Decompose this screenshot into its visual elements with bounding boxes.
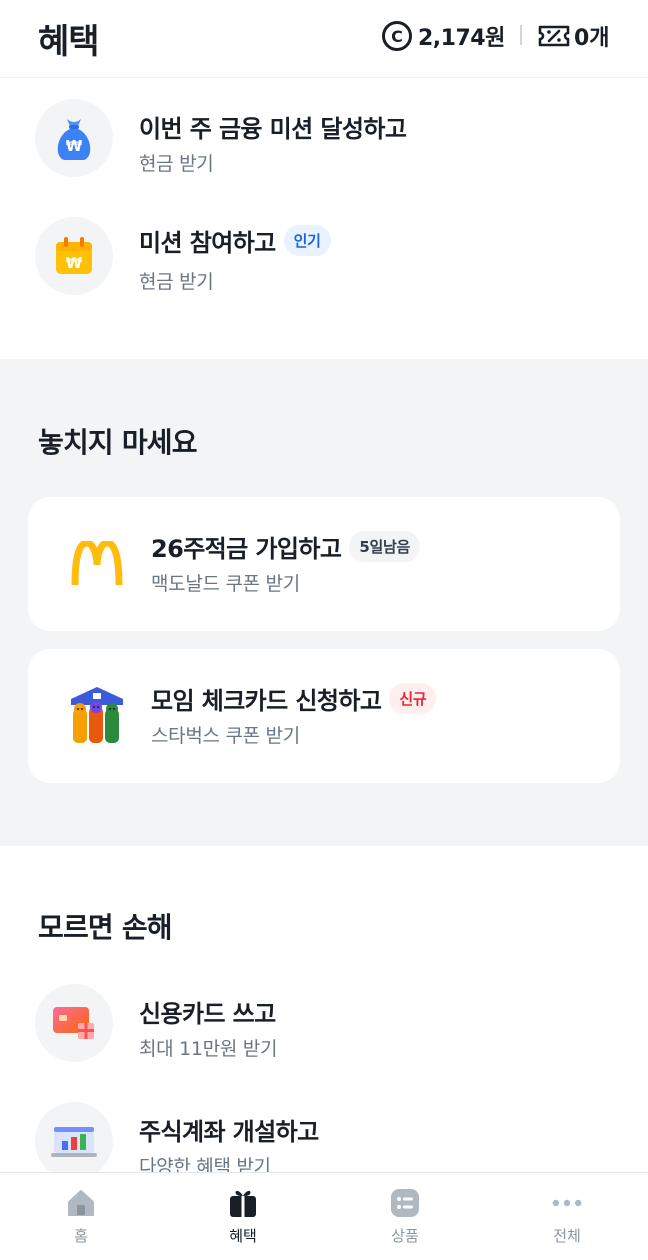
card-title: 모임 체크카드 신청하고 신규 xyxy=(151,681,437,716)
top-header: 혜택 C 2,174원 0개 xyxy=(0,0,648,78)
mission-title: 이번 주 금융 미션 달성하고 xyxy=(139,115,407,143)
nav-home[interactable]: 홈 xyxy=(0,1173,162,1260)
mission-row-weekly[interactable]: ₩ 이번 주 금융 미션 달성하고 현금 받기 xyxy=(0,91,648,191)
dont-lose-section: 모르면 손해 신용카드 쓰고 최대 11만원 받기 주식계좌 개설하고 다양한 … xyxy=(0,846,648,1172)
gift-icon xyxy=(227,1187,259,1219)
more-dots-icon xyxy=(551,1187,583,1219)
svg-text:₩: ₩ xyxy=(66,254,83,272)
points-button[interactable]: C 2,174원 xyxy=(382,20,505,52)
card-subtitle: 맥도날드 쿠폰 받기 xyxy=(151,573,300,595)
benefit-title: 신용카드 쓰고 xyxy=(139,1000,276,1028)
mission-subtitle: 현금 받기 xyxy=(139,153,214,175)
benefit-title: 주식계좌 개설하고 xyxy=(139,1118,319,1146)
new-badge: 신규 xyxy=(389,683,437,714)
nav-benefits[interactable]: 혜택 xyxy=(162,1173,324,1260)
mission-subtitle: 현금 받기 xyxy=(139,271,214,293)
page-title: 혜택 xyxy=(38,22,100,62)
header-divider xyxy=(520,25,522,45)
nav-label: 혜택 xyxy=(229,1227,257,1245)
days-left-badge: 5일남음 xyxy=(349,531,420,562)
mission-section: ₩ 이번 주 금융 미션 달성하고 현금 받기 ₩ 미션 참여하고 인기 현금 … xyxy=(0,79,648,359)
section-title: 모르면 손해 xyxy=(38,911,173,944)
credit-card-gift-icon xyxy=(35,984,113,1062)
mission-title-text: 미션 참여하고 xyxy=(139,229,276,257)
nav-label: 상품 xyxy=(391,1227,419,1245)
points-amount: 2,174원 xyxy=(418,26,505,51)
calendar-won-icon: ₩ xyxy=(35,217,113,295)
card-subtitle: 스타벅스 쿠폰 받기 xyxy=(151,725,300,747)
stock-chart-icon xyxy=(35,1102,113,1172)
section-title: 놓치지 마세요 xyxy=(38,426,198,459)
money-bag-icon: ₩ xyxy=(35,99,113,177)
mission-title: 미션 참여하고 인기 xyxy=(139,223,331,258)
home-icon xyxy=(65,1187,97,1219)
nav-products[interactable]: 상품 xyxy=(324,1173,486,1260)
benefit-subtitle: 다양한 혜택 받기 xyxy=(139,1156,271,1172)
list-icon xyxy=(389,1187,421,1219)
card-savings[interactable]: 26주적금 가입하고 5일남음 맥도날드 쿠폰 받기 xyxy=(28,497,620,631)
card-title-text: 26주적금 가입하고 xyxy=(151,535,342,563)
svg-text:₩: ₩ xyxy=(66,137,83,155)
coupons-count: 0개 xyxy=(574,26,610,51)
mcdonalds-logo xyxy=(58,525,136,603)
popular-badge: 인기 xyxy=(283,225,331,256)
coupon-icon xyxy=(538,25,570,47)
coin-icon: C xyxy=(382,21,412,51)
card-title-text: 모임 체크카드 신청하고 xyxy=(151,687,382,715)
group-house-icon xyxy=(58,677,136,755)
nav-all[interactable]: 전체 xyxy=(486,1173,648,1260)
dont-miss-section: 놓치지 마세요 26주적금 가입하고 5일남음 맥도날드 쿠폰 받기 모임 체크… xyxy=(0,359,648,846)
nav-label: 홈 xyxy=(74,1227,88,1245)
benefit-row-stock[interactable]: 주식계좌 개설하고 다양한 혜택 받기 xyxy=(0,1094,648,1172)
card-title: 26주적금 가입하고 5일남음 xyxy=(151,529,420,564)
benefit-subtitle: 최대 11만원 받기 xyxy=(139,1038,278,1060)
nav-label: 전체 xyxy=(553,1227,581,1245)
mission-row-participate[interactable]: ₩ 미션 참여하고 인기 현금 받기 xyxy=(0,209,648,309)
card-group-checkcard[interactable]: 모임 체크카드 신청하고 신규 스타벅스 쿠폰 받기 xyxy=(28,649,620,783)
benefit-row-creditcard[interactable]: 신용카드 쓰고 최대 11만원 받기 xyxy=(0,976,648,1076)
bottom-navigation: 홈 혜택 상품 전체 xyxy=(0,1172,648,1260)
coupons-button[interactable]: 0개 xyxy=(538,20,610,52)
